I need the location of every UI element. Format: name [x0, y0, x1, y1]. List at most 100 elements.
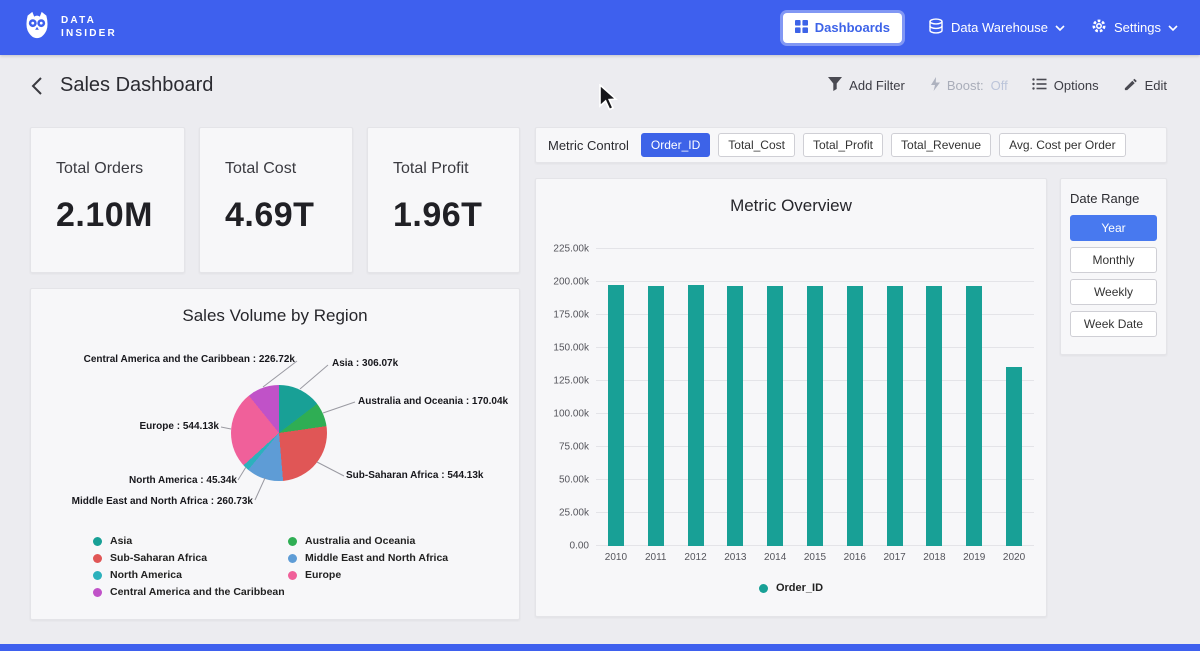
y-axis-tick: 125.00k: [553, 376, 589, 387]
date-range-button-weekly[interactable]: Weekly: [1070, 279, 1157, 305]
filter-funnel-icon: [828, 77, 842, 94]
x-axis-label: 2019: [954, 552, 994, 563]
options-button[interactable]: Options: [1032, 78, 1099, 93]
dashboards-button[interactable]: Dashboards: [783, 13, 902, 43]
pie-chart[interactable]: [231, 385, 327, 481]
metric-buttons: Order_ID Total_Cost Total_Profit Total_Reve…: [641, 133, 1126, 157]
y-axis-tick: 175.00k: [553, 310, 589, 321]
y-axis-tick: 25.00k: [559, 508, 589, 519]
bar-2014: [767, 286, 783, 546]
boost-toggle[interactable]: Boost: Off: [929, 77, 1008, 94]
x-labels: 2010201120122013201420152016201720182019…: [596, 552, 1034, 563]
x-axis-label: 2018: [915, 552, 955, 563]
legend-item-sub-saharan-africa[interactable]: Sub-Saharan Africa: [93, 552, 278, 564]
pie-chart-card: Sales Volume by Region Asia : 306.07kAus…: [30, 288, 520, 620]
legend-item-europe[interactable]: Europe: [288, 569, 448, 581]
pie-callout-sub-saharan-africa: Sub-Saharan Africa : 544.13k: [346, 470, 483, 481]
legend-item-australia-and-oceania[interactable]: Australia and Oceania: [288, 535, 448, 547]
x-axis-label: 2015: [795, 552, 835, 563]
kpi-value: 2.10M: [56, 196, 184, 235]
legend-item-central-america-and-the-caribbean[interactable]: Central America and the Caribbean: [93, 586, 278, 598]
x-axis-label: 2010: [596, 552, 636, 563]
boost-state: Off: [991, 78, 1008, 93]
pie-callout-europe: Europe : 544.13k: [59, 421, 219, 432]
date-range-button-week-date[interactable]: Week Date: [1070, 311, 1157, 337]
settings-menu[interactable]: Settings: [1091, 18, 1178, 37]
data-warehouse-menu[interactable]: Data Warehouse: [928, 18, 1065, 37]
x-axis-label: 2013: [715, 552, 755, 563]
pie-callout-central-america-and-the-caribbean: Central America and the Caribbean : 226.…: [53, 354, 295, 365]
bar-2016: [847, 286, 863, 546]
bar-plot: 0.0025.00k50.00k75.00k100.00k125.00k150.…: [596, 249, 1034, 546]
date-range-card: Date Range Year Monthly Weekly Week Date: [1060, 178, 1167, 355]
legend-dot: [288, 571, 297, 580]
pie-legend: Asia Sub-Saharan Africa North America Centr…: [93, 535, 448, 598]
bar-2019: [966, 286, 982, 546]
metric-button-avg-cost-per-order[interactable]: Avg. Cost per Order: [999, 133, 1126, 157]
add-filter-button[interactable]: Add Filter: [828, 77, 905, 94]
legend-dot: [93, 537, 102, 546]
bar-chart-card: Metric Overview 0.0025.00k50.00k75.00k10…: [535, 178, 1047, 617]
pie-callout-australia-and-oceania: Australia and Oceania : 170.04k: [358, 396, 508, 407]
kpi-card-total-cost: Total Cost 4.69T: [199, 127, 353, 273]
legend-item-middle-east-and-north-africa[interactable]: Middle East and North Africa: [288, 552, 448, 564]
bar-legend-item-order-id[interactable]: Order_ID: [759, 582, 823, 594]
owl-logo-icon: [22, 10, 52, 45]
kpi-label: Total Orders: [56, 160, 184, 178]
y-axis-tick: 200.00k: [553, 277, 589, 288]
kpi-card-total-orders: Total Orders 2.10M: [30, 127, 185, 273]
date-range-button-year[interactable]: Year: [1070, 215, 1157, 241]
x-axis-label: 2020: [994, 552, 1034, 563]
metric-button-total-cost[interactable]: Total_Cost: [718, 133, 795, 157]
chevron-down-icon: [1055, 20, 1065, 35]
x-axis-label: 2017: [875, 552, 915, 563]
database-icon: [928, 18, 944, 37]
bar-2013: [727, 286, 743, 546]
y-axis-tick: 75.00k: [559, 442, 589, 453]
bars-row: [596, 249, 1034, 546]
bar-2017: [887, 286, 903, 546]
pencil-icon: [1123, 77, 1138, 95]
legend-dot: [93, 554, 102, 563]
back-button[interactable]: [30, 76, 44, 96]
pie-callout-middle-east-and-north-africa: Middle East and North Africa : 260.73k: [59, 496, 253, 507]
metric-button-order-id[interactable]: Order_ID: [641, 133, 710, 157]
y-axis-tick: 50.00k: [559, 475, 589, 486]
legend-item-asia[interactable]: Asia: [93, 535, 278, 547]
page-title: Sales Dashboard: [60, 74, 213, 97]
date-range-buttons: Year Monthly Weekly Week Date: [1070, 215, 1157, 337]
pie-callout-north-america: North America : 45.34k: [59, 475, 237, 486]
x-axis-label: 2016: [835, 552, 875, 563]
legend-dot: [93, 588, 102, 597]
metric-button-total-revenue[interactable]: Total_Revenue: [891, 133, 991, 157]
x-axis-label: 2014: [755, 552, 795, 563]
chevron-down-icon: [1168, 20, 1178, 35]
legend-dot: [288, 554, 297, 563]
edit-button[interactable]: Edit: [1123, 77, 1167, 95]
bar-2012: [688, 285, 704, 546]
grid-icon: [795, 20, 808, 36]
date-range-button-monthly[interactable]: Monthly: [1070, 247, 1157, 273]
bar-2015: [807, 286, 823, 546]
y-axis-tick: 100.00k: [553, 409, 589, 420]
bar-legend-dot: [759, 584, 768, 593]
list-icon: [1032, 78, 1047, 93]
kpi-label: Total Profit: [393, 160, 519, 178]
boost-lightning-icon: [929, 77, 940, 94]
bar-2010: [608, 285, 624, 546]
date-range-label: Date Range: [1070, 191, 1157, 206]
kpi-label: Total Cost: [225, 160, 352, 178]
kpi-value: 4.69T: [225, 196, 352, 235]
brand-logo[interactable]: DATA INSIDER: [22, 10, 117, 45]
bar-2018: [926, 286, 942, 546]
metric-control-bar: Metric Control Order_ID Total_Cost Total_P…: [535, 127, 1167, 163]
bar-2011: [648, 286, 664, 546]
metric-button-total-profit[interactable]: Total_Profit: [803, 133, 883, 157]
x-axis-label: 2012: [676, 552, 716, 563]
gear-icon: [1091, 18, 1107, 37]
pie-callout-asia: Asia : 306.07k: [332, 358, 398, 369]
kpi-value: 1.96T: [393, 196, 519, 235]
legend-item-north-america[interactable]: North America: [93, 569, 278, 581]
brand-name: DATA INSIDER: [61, 16, 117, 39]
metric-control-label: Metric Control: [548, 138, 629, 153]
